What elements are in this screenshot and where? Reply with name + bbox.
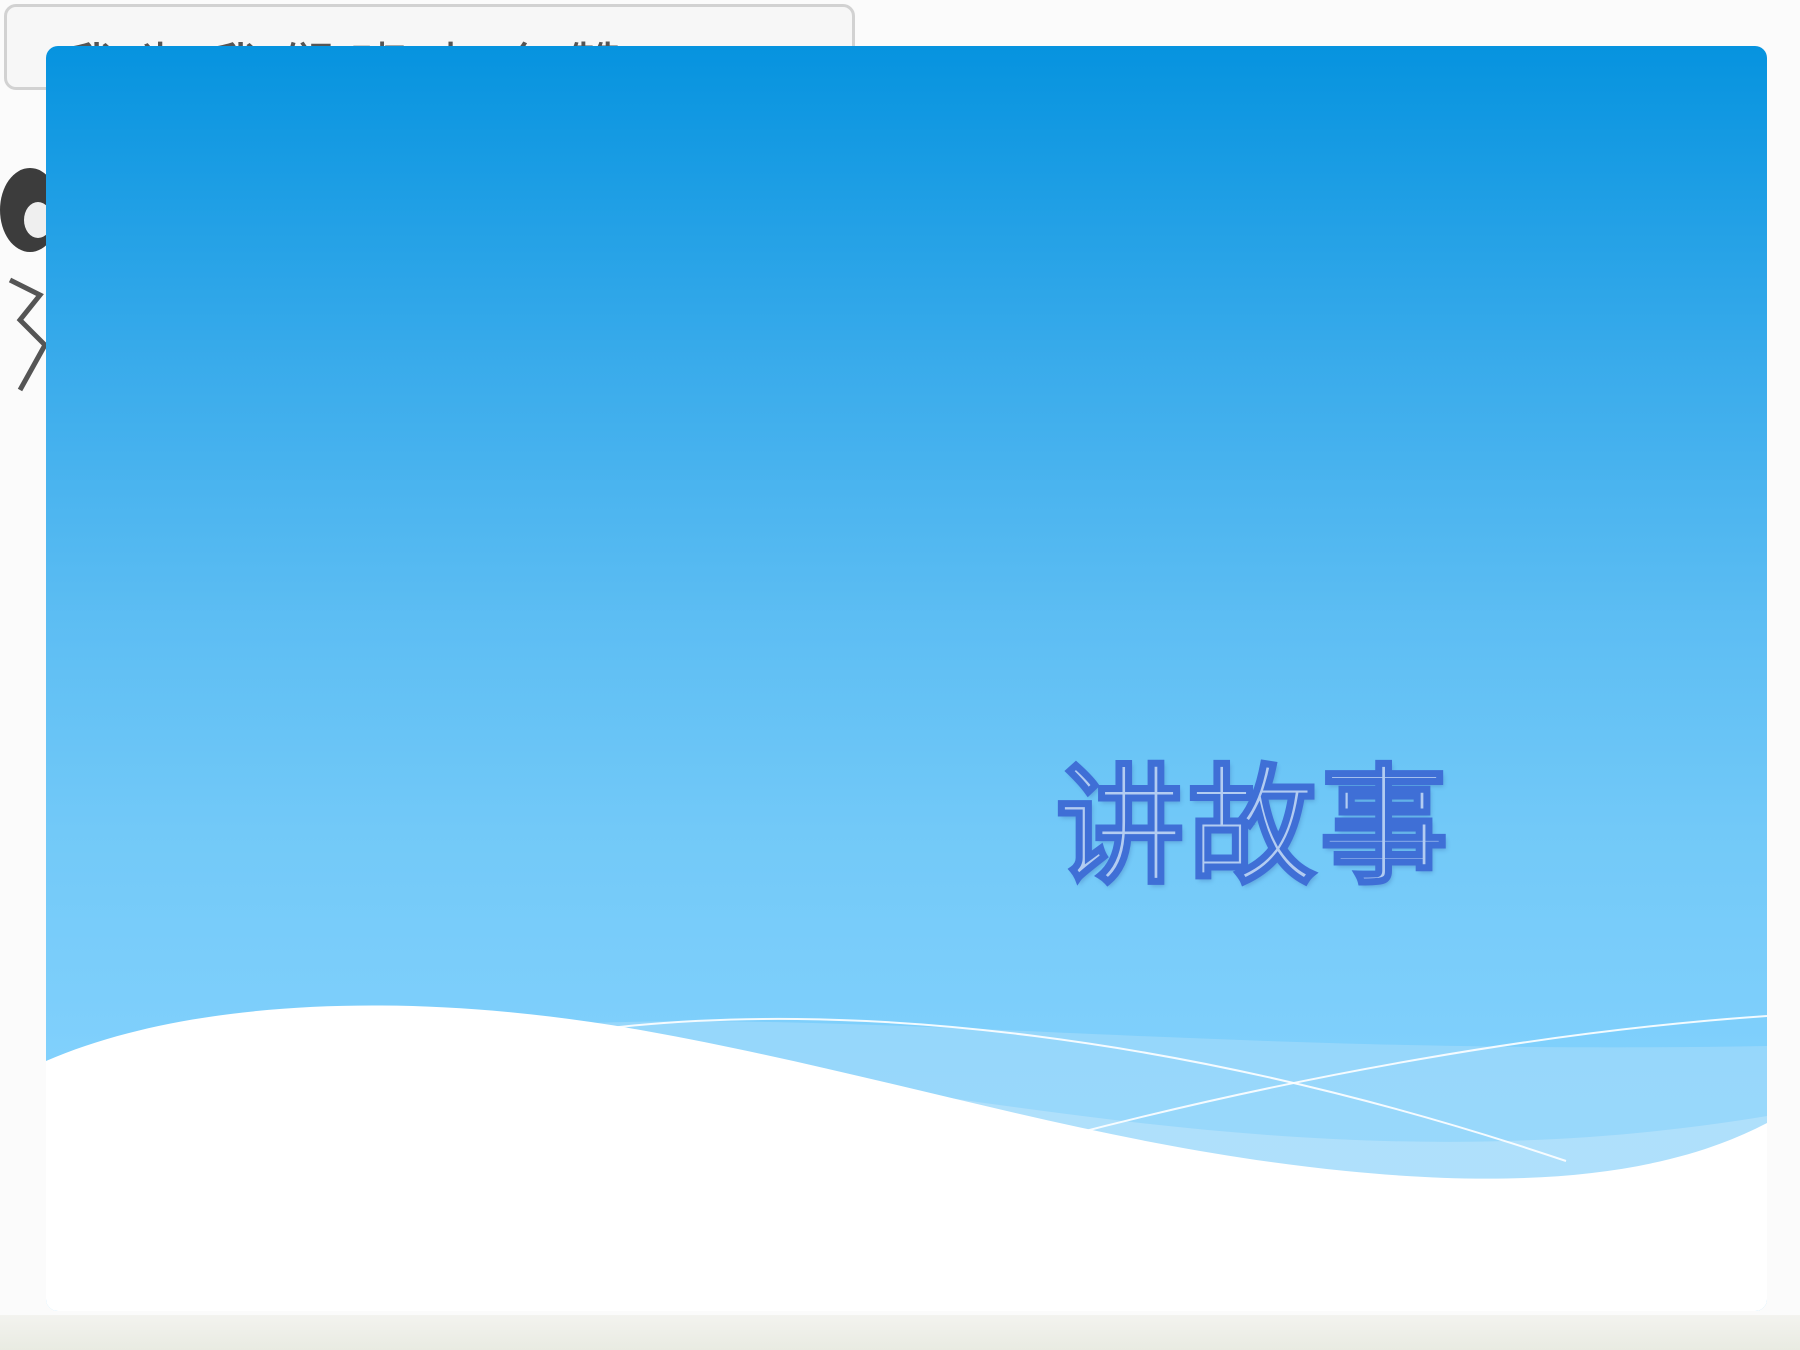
background-bottom-strip — [0, 1315, 1800, 1350]
slide-title: 讲故事 — [1054, 753, 1453, 902]
wave-decoration — [46, 1005, 1767, 1311]
page: 我为我们班点个赞 讲故事 — [0, 0, 1800, 1350]
presentation-slide: 讲故事 — [46, 46, 1767, 1311]
